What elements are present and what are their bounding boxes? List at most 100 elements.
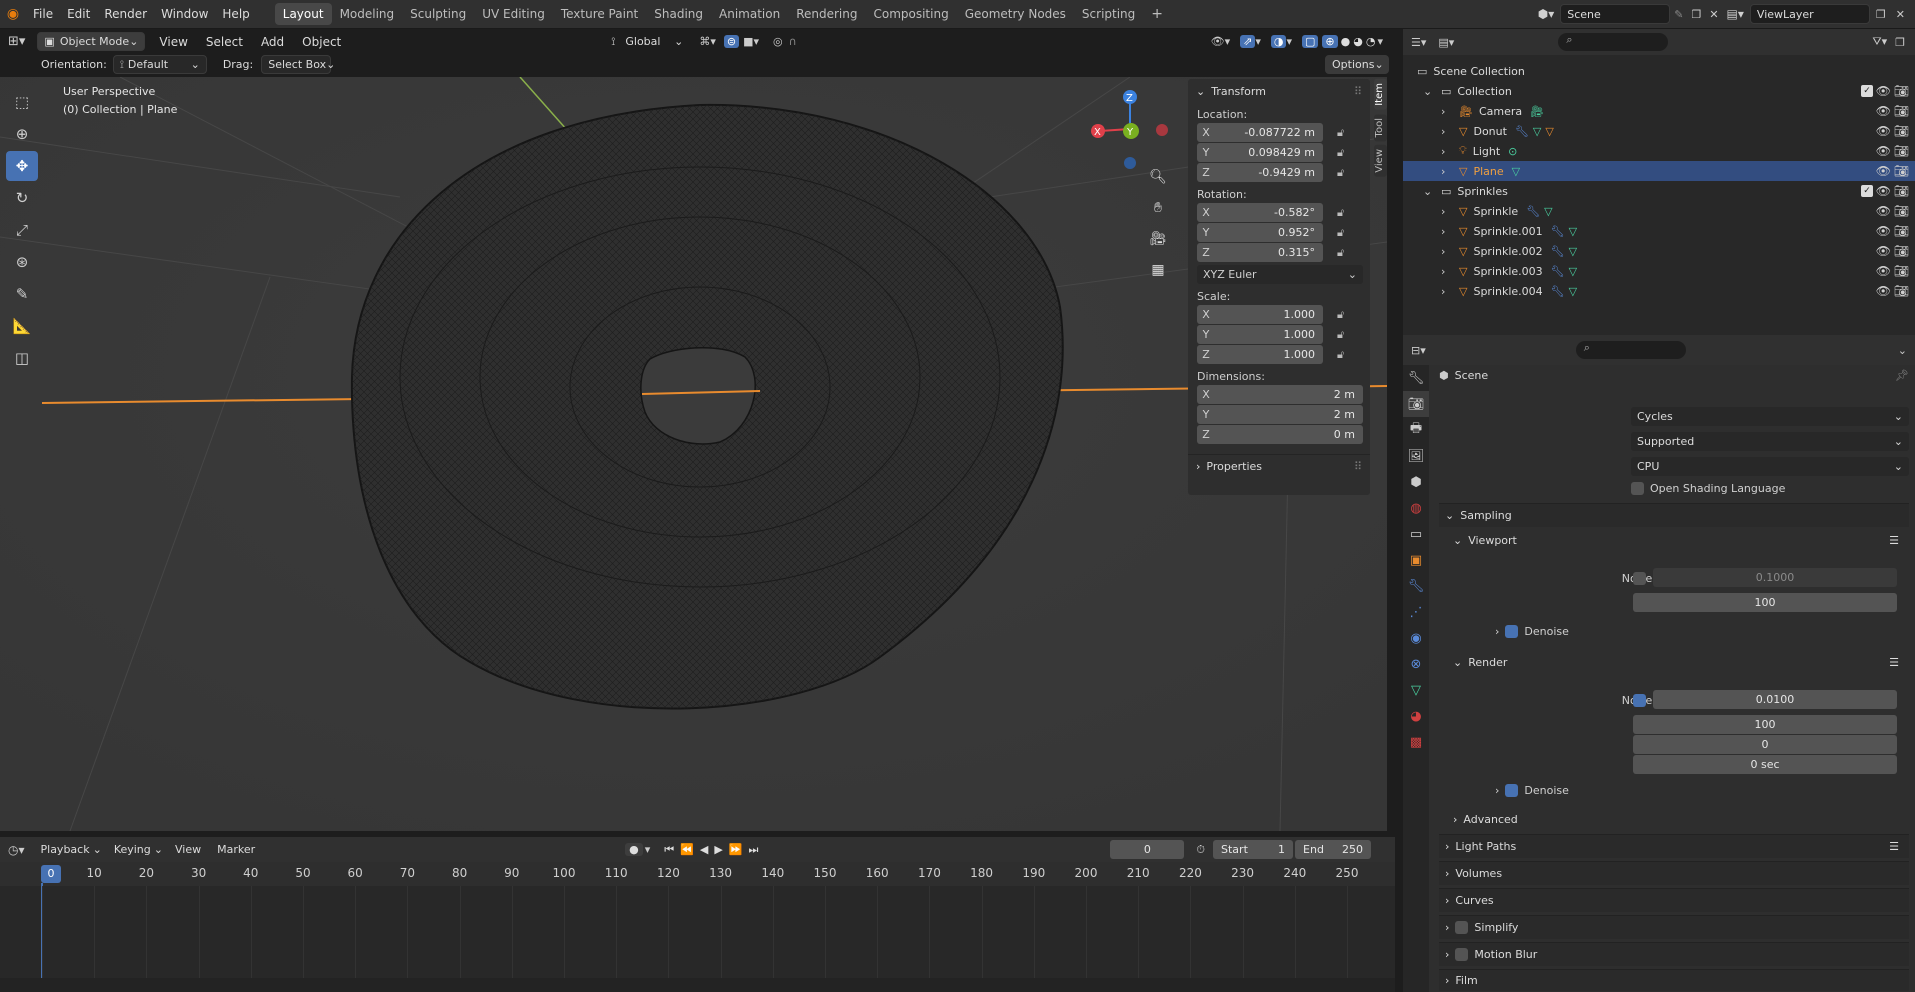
outliner-item-sprinkles[interactable]: ⌄ ▭ Sprinkles ✓ 👁︎ 📷︎ <box>1403 181 1915 201</box>
overlay-toggle-icon[interactable]: ◑ <box>1270 35 1287 48</box>
tab-texture-paint[interactable]: Texture Paint <box>553 3 646 25</box>
timeline-area[interactable]: 0 10 20 30 40 50 60 70 80 90 100 110 120 130 140 150 160… <box>0 862 1395 992</box>
mesh-data-icon[interactable]: ▽ <box>1569 245 1577 258</box>
timeline-view-menu[interactable]: View <box>175 843 201 856</box>
start-frame-field[interactable]: Start 1 <box>1213 840 1294 859</box>
outliner-item-plane[interactable]: › ▽ Plane ▽ 👁︎ 📷︎ <box>1403 161 1915 181</box>
mesh-data-icon[interactable]: ▽ <box>1533 125 1541 138</box>
lock-icon[interactable]: 🔓︎ <box>1337 328 1351 341</box>
tab-shading[interactable]: Shading <box>646 3 711 25</box>
location-x-field[interactable]: X -0.087722 m 🔓︎ <box>1197 123 1344 142</box>
simplify-panel-header[interactable]: › Simplify <box>1439 915 1909 939</box>
lock-icon[interactable]: 🔓︎ <box>1337 166 1351 179</box>
outliner-item-sprinkle-003[interactable]: › ▽ Sprinkle.003 🔧︎ ▽ 👁︎ 📷︎ <box>1403 261 1915 281</box>
menu-window[interactable]: Window <box>154 0 215 29</box>
expand-arrow-icon[interactable]: › <box>1441 125 1455 138</box>
outliner-item-donut[interactable]: › ▽ Donut 🔧︎ ▽ ▽ 👁︎ 📷︎ <box>1403 121 1915 141</box>
scale-z-field[interactable]: Z 1.000 🔓︎ <box>1197 345 1344 364</box>
shading-rendered-icon[interactable]: ◔ <box>1366 35 1376 48</box>
properties-options-icon[interactable]: ⌄ <box>1898 344 1907 357</box>
eye-icon[interactable]: 👁︎ <box>1876 224 1891 238</box>
location-z-field[interactable]: Z -0.9429 m 🔓︎ <box>1197 163 1344 182</box>
scene-selector[interactable]: Scene <box>1560 4 1671 24</box>
camera-render-icon[interactable]: 📷︎ <box>1894 224 1909 238</box>
expand-arrow-icon[interactable]: › <box>1441 225 1455 238</box>
delete-view-layer-icon[interactable]: ✕ <box>1896 8 1905 21</box>
tab-scripting[interactable]: Scripting <box>1074 3 1143 25</box>
delete-scene-icon[interactable]: ✕ <box>1709 8 1718 21</box>
shading-dropdown-icon[interactable]: ▾ <box>1377 35 1383 48</box>
mesh-data-icon[interactable]: ▽ <box>1569 285 1577 298</box>
perspective-toggle-icon[interactable]: ▦ <box>1146 262 1170 293</box>
world-tab-icon[interactable]: ◍ <box>1403 495 1429 521</box>
outliner-item-collection[interactable]: ⌄ ▭ Collection ✓ 👁︎ 📷︎ <box>1403 81 1915 101</box>
scene-tab-icon[interactable]: ⬢ <box>1403 469 1429 495</box>
mesh-data-icon[interactable]: ▽ <box>1569 225 1577 238</box>
eye-icon[interactable]: 👁︎ <box>1876 204 1891 218</box>
play-reverse-icon[interactable]: ◀ <box>700 843 708 856</box>
stopwatch-icon[interactable]: ⏱ <box>1196 843 1205 857</box>
mode-selector[interactable]: ▣ Object Mode ⌄ <box>37 32 146 51</box>
rotate-tool-icon[interactable]: ↻ <box>6 183 38 213</box>
navigation-gizmo[interactable]: Z X Y <box>1085 81 1175 171</box>
modifier-icon[interactable]: 🔧︎ <box>1551 265 1565 278</box>
jump-next-keyframe-icon[interactable]: ⏩ <box>729 843 743 856</box>
frame-ruler[interactable]: 0 10 20 30 40 50 60 70 80 90 100 110 120 130 140 150 160… <box>0 862 1395 886</box>
current-frame-field[interactable]: 0 <box>1110 840 1185 859</box>
rotation-x-field[interactable]: X -0.582° 🔓︎ <box>1197 203 1344 222</box>
material-tab-icon[interactable]: ◕ <box>1403 703 1429 729</box>
curves-panel-header[interactable]: › Curves <box>1439 888 1909 912</box>
tab-rendering[interactable]: Rendering <box>788 3 865 25</box>
tab-modeling[interactable]: Modeling <box>332 3 403 25</box>
area-divider[interactable] <box>1395 29 1403 992</box>
object-tab-icon[interactable]: ▣ <box>1403 547 1429 573</box>
measure-tool-icon[interactable]: 📐 <box>6 311 38 341</box>
viewport-samples-field[interactable]: 100 <box>1633 593 1897 612</box>
keying-menu[interactable]: Keying ⌄ <box>108 840 169 859</box>
osl-checkbox[interactable]: Open Shading Language <box>1631 482 1785 495</box>
properties-editor-icon[interactable]: ⊟▾ <box>1411 344 1426 357</box>
render-subpanel-header[interactable]: ⌄ Render ☰ <box>1453 650 1909 674</box>
lock-icon[interactable]: 🔓︎ <box>1337 226 1351 239</box>
eye-icon[interactable]: 👁︎ <box>1876 244 1891 258</box>
falloff-icon[interactable]: ∩ <box>789 35 797 48</box>
viewport-subpanel-header[interactable]: ⌄ Viewport ☰ <box>1453 528 1909 552</box>
tab-animation[interactable]: Animation <box>711 3 788 25</box>
drag-handle-icon[interactable]: ⠿ <box>1354 85 1362 98</box>
snap-icon[interactable]: ⊜ <box>723 35 740 48</box>
outliner-item-sprinkle[interactable]: › ▽ Sprinkle 🔧︎ ▽ 👁︎ 📷︎ <box>1403 201 1915 221</box>
mesh-data-icon[interactable]: ▽ <box>1569 265 1577 278</box>
tab-view[interactable]: View <box>1374 145 1387 177</box>
render-engine-selector[interactable]: Cycles ⌄ <box>1631 407 1909 426</box>
modifier-icon[interactable]: 🔧︎ <box>1551 225 1565 238</box>
viewport-noise-threshold-field[interactable]: 0.1000 <box>1653 568 1897 587</box>
outliner-item-light[interactable]: › 💡︎ Light ⊙ 👁︎ 📷︎ <box>1403 141 1915 161</box>
shading-wireframe-icon[interactable]: ⊕ <box>1322 35 1338 48</box>
properties-panel-header[interactable]: › Properties ⠿ <box>1188 454 1370 478</box>
jump-end-icon[interactable]: ⏭ <box>749 843 759 857</box>
add-cube-tool-icon[interactable]: ◫ <box>6 343 38 373</box>
snap-target-icon[interactable]: ■▾ <box>743 35 759 48</box>
min-samples-field[interactable]: 0 <box>1633 735 1897 754</box>
render-noise-threshold-field[interactable]: 0.0100 <box>1653 690 1897 709</box>
select-box-tool-icon[interactable]: ⬚ <box>6 87 38 117</box>
list-icon[interactable]: ☰ <box>1889 656 1899 669</box>
pin-scene-icon[interactable]: ✎ <box>1674 8 1683 21</box>
playhead-frame-badge[interactable]: 0 <box>41 865 61 883</box>
motion-blur-panel-header[interactable]: › Motion Blur <box>1439 942 1909 966</box>
auto-keying-dropdown-icon[interactable]: ▾ <box>645 843 651 856</box>
lock-icon[interactable]: 🔓︎ <box>1337 308 1351 321</box>
collection-tab-icon[interactable]: ▭ <box>1403 521 1429 547</box>
menu-object[interactable]: Object <box>302 35 341 49</box>
mesh-data-icon[interactable]: ▽ <box>1544 205 1552 218</box>
render-tab-icon[interactable]: 📷︎ <box>1403 391 1429 417</box>
render-noise-threshold-checkbox[interactable] <box>1633 693 1652 707</box>
editor-type-icon[interactable]: ⊞▾ <box>8 34 25 49</box>
drag-handle-icon[interactable]: ⠿ <box>1354 460 1362 473</box>
dimensions-z-field[interactable]: Z0 m <box>1197 425 1363 444</box>
camera-render-icon[interactable]: 📷︎ <box>1894 144 1909 158</box>
visibility-icon[interactable]: 👁▾ <box>1211 35 1231 48</box>
modifier-icon[interactable]: 🔧︎ <box>1551 285 1565 298</box>
modifier-icon[interactable]: 🔧︎ <box>1515 125 1529 138</box>
end-frame-field[interactable]: End 250 <box>1295 840 1372 859</box>
